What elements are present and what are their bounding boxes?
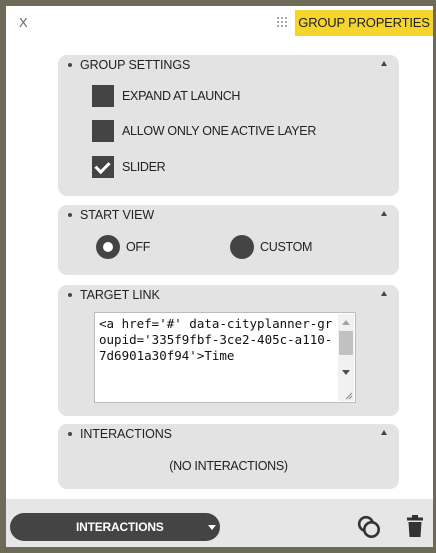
radio-selected-dot <box>103 242 113 252</box>
allow-one-active-layer-label: ALLOW ONLY ONE ACTIVE LAYER <box>122 124 317 138</box>
expand-at-launch-checkbox[interactable] <box>92 85 114 107</box>
checkmark-icon <box>94 157 111 175</box>
group-settings-title: GROUP SETTINGS <box>80 58 191 72</box>
scroll-thumb[interactable] <box>339 331 353 355</box>
bullet-icon <box>68 292 72 297</box>
scroll-up-icon[interactable] <box>342 320 350 325</box>
start-view-header[interactable]: START VIEW <box>68 208 154 222</box>
option-expand-at-launch[interactable]: EXPAND AT LAUNCH <box>92 85 240 107</box>
custom-label: CUSTOM <box>260 240 313 254</box>
custom-radio[interactable] <box>230 235 254 259</box>
off-radio[interactable] <box>96 235 120 259</box>
textarea-scrollbar[interactable] <box>338 314 354 401</box>
start-view-off-option[interactable]: OFF <box>96 235 150 259</box>
delete-trash-icon[interactable] <box>406 514 424 538</box>
target-link-textarea[interactable]: <a href='#' data-cityplanner-groupid='33… <box>94 312 356 403</box>
off-label: OFF <box>126 240 151 254</box>
group-properties-panel: X GROUP PROPERTIES GROUP SETTINGS EXPAND… <box>6 6 433 547</box>
option-allow-one-active-layer[interactable]: ALLOW ONLY ONE ACTIVE LAYER <box>92 120 316 142</box>
slider-checkbox[interactable] <box>92 156 114 178</box>
expand-at-launch-label: EXPAND AT LAUNCH <box>122 89 241 103</box>
bullet-icon <box>68 212 72 217</box>
interactions-section: INTERACTIONS (NO INTERACTIONS) <box>58 424 399 489</box>
panel-title: GROUP PROPERTIES <box>295 10 433 36</box>
collapse-arrow-icon[interactable] <box>381 430 387 435</box>
collapse-arrow-icon[interactable] <box>381 291 387 296</box>
collapse-arrow-icon[interactable] <box>381 211 387 216</box>
target-link-title: TARGET LINK <box>80 288 160 302</box>
duplicate-icon[interactable] <box>357 515 381 539</box>
scroll-down-icon[interactable] <box>342 370 350 375</box>
interactions-dropdown-button[interactable]: INTERACTIONS <box>10 513 220 541</box>
chevron-down-icon <box>208 525 216 530</box>
bullet-icon <box>68 431 72 436</box>
panel-footer: INTERACTIONS <box>6 499 433 547</box>
group-settings-header[interactable]: GROUP SETTINGS <box>68 58 190 72</box>
bullet-icon <box>68 62 72 67</box>
resize-grip-icon[interactable] <box>345 392 353 400</box>
group-settings-section: GROUP SETTINGS EXPAND AT LAUNCH ALLOW ON… <box>58 55 399 196</box>
no-interactions-text: (NO INTERACTIONS) <box>169 459 288 473</box>
option-slider[interactable]: SLIDER <box>92 156 166 178</box>
interactions-title: INTERACTIONS <box>80 427 172 441</box>
start-view-title: START VIEW <box>80 208 155 222</box>
target-link-section: TARGET LINK <a href='#' data-cityplanner… <box>58 285 399 416</box>
target-link-value[interactable]: <a href='#' data-cityplanner-groupid='33… <box>99 316 335 364</box>
drag-handle-icon[interactable] <box>277 17 289 29</box>
allow-one-active-layer-checkbox[interactable] <box>92 120 114 142</box>
slider-label: SLIDER <box>122 160 166 174</box>
collapse-arrow-icon[interactable] <box>381 61 387 66</box>
start-view-custom-option[interactable]: CUSTOM <box>230 235 312 259</box>
start-view-section: START VIEW OFF CUSTOM <box>58 205 399 275</box>
target-link-header[interactable]: TARGET LINK <box>68 288 160 302</box>
close-button[interactable]: X <box>19 15 28 30</box>
interactions-header[interactable]: INTERACTIONS <box>68 427 172 441</box>
interactions-button-label: INTERACTIONS <box>76 520 164 534</box>
